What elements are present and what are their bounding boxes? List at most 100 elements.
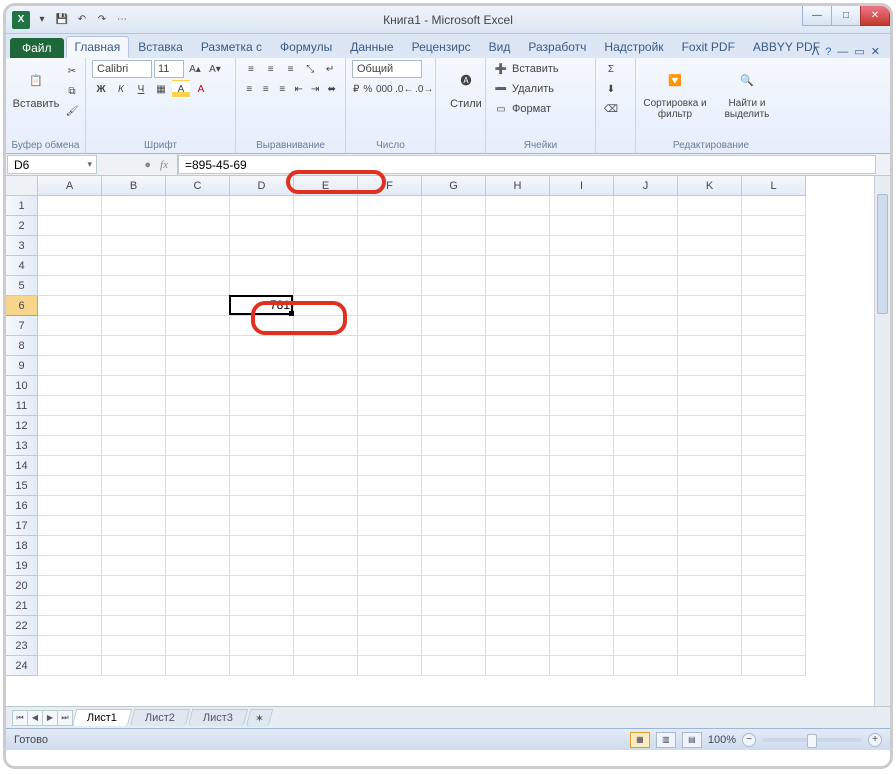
cell-A12[interactable] bbox=[38, 416, 102, 436]
cell-E14[interactable] bbox=[294, 456, 358, 476]
col-header-H[interactable]: H bbox=[486, 176, 550, 196]
cell-B22[interactable] bbox=[102, 616, 166, 636]
cell-J11[interactable] bbox=[614, 396, 678, 416]
align-top-icon[interactable]: ≡ bbox=[242, 60, 260, 78]
cell-I17[interactable] bbox=[550, 516, 614, 536]
cell-D1[interactable] bbox=[230, 196, 294, 216]
cell-G2[interactable] bbox=[422, 216, 486, 236]
cell-L2[interactable] bbox=[742, 216, 806, 236]
cell-B11[interactable] bbox=[102, 396, 166, 416]
cell-F17[interactable] bbox=[358, 516, 422, 536]
cell-B23[interactable] bbox=[102, 636, 166, 656]
col-header-G[interactable]: G bbox=[422, 176, 486, 196]
cell-D18[interactable] bbox=[230, 536, 294, 556]
undo-icon[interactable]: ↶ bbox=[74, 12, 90, 28]
cell-A15[interactable] bbox=[38, 476, 102, 496]
cell-C13[interactable] bbox=[166, 436, 230, 456]
cell-E1[interactable] bbox=[294, 196, 358, 216]
cell-H23[interactable] bbox=[486, 636, 550, 656]
cell-K12[interactable] bbox=[678, 416, 742, 436]
cell-A22[interactable] bbox=[38, 616, 102, 636]
cell-G16[interactable] bbox=[422, 496, 486, 516]
styles-button[interactable]: 🅐 Стили bbox=[442, 60, 490, 110]
cell-L3[interactable] bbox=[742, 236, 806, 256]
cell-H13[interactable] bbox=[486, 436, 550, 456]
format-painter-icon[interactable]: 🖌 bbox=[63, 102, 81, 120]
cell-D3[interactable] bbox=[230, 236, 294, 256]
cell-C11[interactable] bbox=[166, 396, 230, 416]
tab-developer[interactable]: Разработч bbox=[519, 36, 595, 58]
scroll-thumb[interactable] bbox=[877, 194, 888, 314]
cell-E8[interactable] bbox=[294, 336, 358, 356]
cell-G20[interactable] bbox=[422, 576, 486, 596]
cell-C7[interactable] bbox=[166, 316, 230, 336]
cell-G17[interactable] bbox=[422, 516, 486, 536]
cell-L11[interactable] bbox=[742, 396, 806, 416]
cell-G4[interactable] bbox=[422, 256, 486, 276]
wrap-text-icon[interactable]: ↵ bbox=[321, 60, 339, 78]
cell-C23[interactable] bbox=[166, 636, 230, 656]
cell-C1[interactable] bbox=[166, 196, 230, 216]
cell-E13[interactable] bbox=[294, 436, 358, 456]
cell-G21[interactable] bbox=[422, 596, 486, 616]
cell-I10[interactable] bbox=[550, 376, 614, 396]
cell-L14[interactable] bbox=[742, 456, 806, 476]
align-center-icon[interactable]: ≡ bbox=[259, 80, 274, 98]
cell-D4[interactable] bbox=[230, 256, 294, 276]
cell-L17[interactable] bbox=[742, 516, 806, 536]
cell-H6[interactable] bbox=[486, 296, 550, 316]
cell-D17[interactable] bbox=[230, 516, 294, 536]
cell-H10[interactable] bbox=[486, 376, 550, 396]
cell-C5[interactable] bbox=[166, 276, 230, 296]
page-layout-view-button[interactable]: ▥ bbox=[656, 732, 676, 748]
cell-K13[interactable] bbox=[678, 436, 742, 456]
close-button[interactable]: ✕ bbox=[860, 6, 890, 26]
cell-D2[interactable] bbox=[230, 216, 294, 236]
cell-D15[interactable] bbox=[230, 476, 294, 496]
cell-K4[interactable] bbox=[678, 256, 742, 276]
cell-H22[interactable] bbox=[486, 616, 550, 636]
cell-K3[interactable] bbox=[678, 236, 742, 256]
qat-dropdown-icon[interactable]: ▾ bbox=[34, 12, 50, 28]
cell-F24[interactable] bbox=[358, 656, 422, 676]
cell-I22[interactable] bbox=[550, 616, 614, 636]
cell-C10[interactable] bbox=[166, 376, 230, 396]
inc-decimal-icon[interactable]: .0← bbox=[395, 80, 413, 98]
cell-J3[interactable] bbox=[614, 236, 678, 256]
cell-B9[interactable] bbox=[102, 356, 166, 376]
sheet-nav-first[interactable]: ⏮ bbox=[12, 710, 28, 726]
cell-B15[interactable] bbox=[102, 476, 166, 496]
sheet-nav-last[interactable]: ⏭ bbox=[57, 710, 73, 726]
cell-J14[interactable] bbox=[614, 456, 678, 476]
shrink-font-icon[interactable]: A▾ bbox=[206, 60, 224, 78]
border-icon[interactable]: ▦ bbox=[152, 80, 170, 98]
row-header-19[interactable]: 19 bbox=[6, 556, 38, 576]
cell-K17[interactable] bbox=[678, 516, 742, 536]
cell-E9[interactable] bbox=[294, 356, 358, 376]
cell-I7[interactable] bbox=[550, 316, 614, 336]
cell-K16[interactable] bbox=[678, 496, 742, 516]
cell-F15[interactable] bbox=[358, 476, 422, 496]
merge-icon[interactable]: ⬌ bbox=[325, 80, 340, 98]
cell-A9[interactable] bbox=[38, 356, 102, 376]
cell-L6[interactable] bbox=[742, 296, 806, 316]
col-header-D[interactable]: D bbox=[230, 176, 294, 196]
cell-A4[interactable] bbox=[38, 256, 102, 276]
cell-F6[interactable] bbox=[358, 296, 422, 316]
cell-F10[interactable] bbox=[358, 376, 422, 396]
cell-G18[interactable] bbox=[422, 536, 486, 556]
orientation-icon[interactable]: ⤡ bbox=[301, 60, 319, 78]
cell-H20[interactable] bbox=[486, 576, 550, 596]
row-header-2[interactable]: 2 bbox=[6, 216, 38, 236]
cell-L5[interactable] bbox=[742, 276, 806, 296]
row-header-18[interactable]: 18 bbox=[6, 536, 38, 556]
cell-L13[interactable] bbox=[742, 436, 806, 456]
doc-min-icon[interactable]: — bbox=[837, 46, 848, 58]
cell-D5[interactable] bbox=[230, 276, 294, 296]
cell-H11[interactable] bbox=[486, 396, 550, 416]
cell-H24[interactable] bbox=[486, 656, 550, 676]
cell-G13[interactable] bbox=[422, 436, 486, 456]
cell-G7[interactable] bbox=[422, 316, 486, 336]
col-header-A[interactable]: A bbox=[38, 176, 102, 196]
cell-C15[interactable] bbox=[166, 476, 230, 496]
